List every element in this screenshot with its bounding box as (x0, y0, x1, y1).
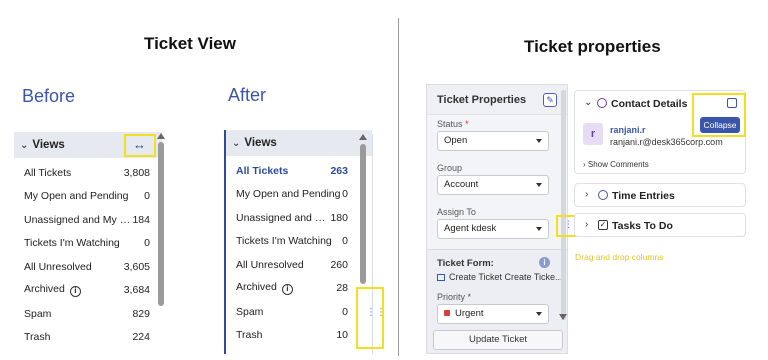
collapse-tooltip: Collapse (700, 117, 740, 133)
status-select[interactable]: Open (437, 131, 549, 151)
views-header-label: Views (244, 137, 277, 149)
time-entries-title: Time Entries (612, 190, 675, 202)
group-label: Group (437, 163, 463, 173)
assign-to-label: Assign To (437, 207, 476, 217)
scrollbar-thumb[interactable] (158, 142, 164, 306)
list-item[interactable]: All Tickets 263 (236, 159, 348, 183)
checkbox-icon: ✓ (598, 220, 608, 230)
chevron-down-icon: ⌄ (232, 137, 241, 149)
update-ticket-button[interactable]: Update Ticket (433, 330, 563, 350)
user-icon (597, 98, 607, 108)
caret-down-icon (536, 139, 542, 143)
chevron-right-icon: › (585, 219, 589, 230)
vertical-divider (398, 18, 399, 356)
assign-to-select[interactable]: Agent kdesk (437, 219, 549, 239)
scroll-up-arrow[interactable] (157, 133, 165, 139)
avatar: r (583, 123, 603, 145)
list-item[interactable]: All Unresolved 3,605 (24, 255, 150, 279)
before-heading: Before (22, 86, 76, 106)
edit-icon[interactable]: ✎ (543, 93, 557, 107)
caret-down-icon (536, 227, 542, 231)
time-entries-card[interactable]: › Time Entries (574, 183, 746, 207)
list-item[interactable]: All Unresolved 260 (236, 253, 348, 277)
chevron-right-icon: › (585, 189, 589, 200)
list-item[interactable]: Trash 224 (24, 326, 150, 350)
show-comments-link[interactable]: › Show Comments (583, 160, 649, 169)
views-header-label: Views (32, 139, 65, 151)
views-list: All Tickets 3,808 My Open and Pending 0 Un… (14, 158, 162, 349)
status-label: Status * (437, 119, 469, 129)
list-item[interactable]: Spam 829 (24, 302, 150, 326)
priority-select[interactable]: Urgent (437, 304, 549, 324)
caret-down-icon (536, 312, 542, 316)
contact-email: ranjani.r@desk365corp.com (610, 137, 723, 147)
list-item[interactable]: Archived i 28 (236, 277, 348, 301)
list-item[interactable]: My Open and Pending 0 (236, 183, 348, 207)
collapse-icon[interactable] (727, 98, 737, 108)
info-icon[interactable]: i (69, 286, 81, 298)
chevron-down-icon[interactable]: ⌄ (584, 97, 592, 108)
form-icon (437, 274, 445, 281)
panel-scrollbar[interactable] (561, 90, 566, 320)
highlight-box-drag (356, 287, 384, 349)
views-panel-after: ⌄ Views All Tickets 263 My Open and Pendi… (224, 130, 372, 354)
info-icon[interactable]: i (539, 257, 550, 268)
list-item[interactable]: Tickets I'm Watching 0 (236, 230, 348, 254)
list-item[interactable]: Trash 10 (236, 324, 348, 348)
clock-icon (598, 190, 608, 200)
tasks-title: Tasks To Do (612, 220, 673, 232)
ticket-form-label: Ticket Form: (437, 258, 494, 269)
list-item[interactable]: Archived i 3,684 (24, 279, 150, 303)
views-header[interactable]: ⌄ Views (226, 130, 372, 156)
list-item[interactable]: All Tickets 3,808 (24, 161, 150, 185)
urgent-dot-icon (444, 310, 450, 316)
contact-details-title: Contact Details (611, 98, 688, 110)
list-item[interactable]: Tickets I'm Watching 0 (24, 232, 150, 256)
resize-arrows-icon[interactable]: ↔ (133, 137, 146, 152)
after-heading: After (228, 85, 267, 105)
list-item[interactable]: Spam 0 (236, 300, 348, 324)
ticket-view-heading: Ticket View (144, 34, 236, 53)
scroll-up-arrow[interactable] (359, 134, 367, 140)
scroll-down-arrow[interactable] (559, 314, 567, 320)
contact-name-link[interactable]: ranjani.r (610, 125, 646, 135)
chevron-down-icon: ⌄ (20, 139, 29, 151)
list-item[interactable]: Unassigned and My Op... 184 (24, 208, 150, 232)
info-icon[interactable]: i (281, 284, 293, 296)
ticket-properties-heading: Ticket properties (524, 37, 661, 56)
group-select[interactable]: Account (437, 175, 549, 195)
drag-handle-icon[interactable]: ⋮⋮ (366, 308, 386, 318)
list-item[interactable]: Unassigned and My ... 180 (236, 206, 348, 230)
scrollbar-thumb[interactable] (360, 144, 366, 284)
ticket-properties-panel: Ticket Properties ✎ Status * Open Group … (426, 84, 568, 354)
priority-label: Priority * (437, 292, 472, 302)
list-item[interactable]: My Open and Pending 0 (24, 185, 150, 209)
views-panel-before: ⌄ Views All Tickets 3,808 My Open and Pen… (14, 132, 162, 354)
drag-drop-hint: Drag and drop columns (575, 252, 664, 262)
ticket-form-value[interactable]: Create Ticket Create Ticke... (437, 272, 563, 282)
tasks-card[interactable]: › ✓ Tasks To Do (574, 213, 746, 237)
caret-down-icon (536, 183, 542, 187)
views-list: All Tickets 263 My Open and Pending 0 Unas… (226, 156, 372, 347)
